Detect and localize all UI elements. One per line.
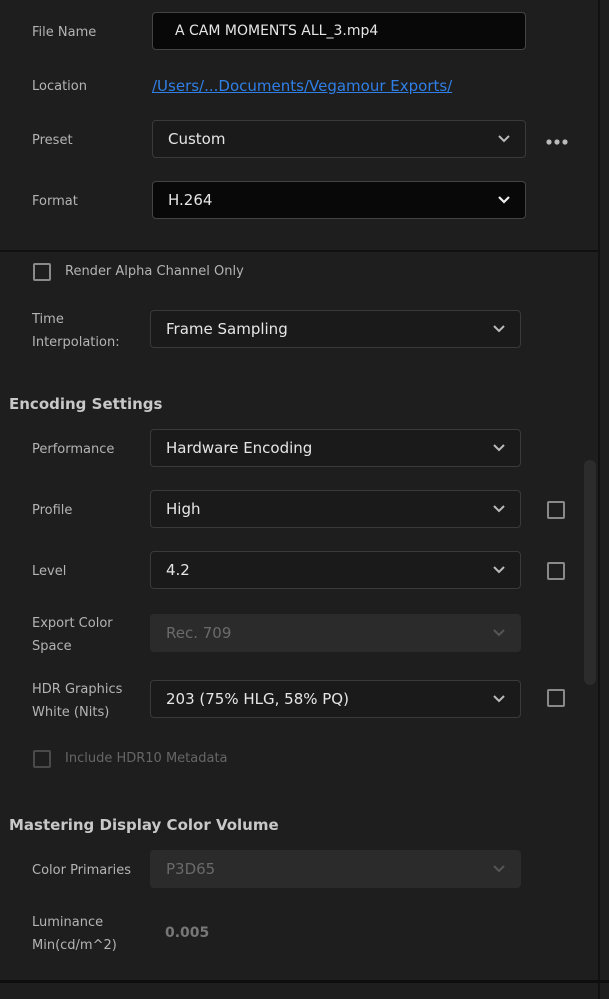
export-color-space-label-line2: Space xyxy=(32,639,72,654)
export-color-space-label: Export Color Space xyxy=(32,612,113,658)
format-dropdown[interactable]: H.264 xyxy=(152,181,526,219)
performance-value: Hardware Encoding xyxy=(166,439,313,457)
preset-value: Custom xyxy=(168,130,226,148)
chevron-down-icon xyxy=(497,134,511,143)
luminance-min-label: Luminance Min(cd/m^2) xyxy=(32,911,117,957)
hdr-graphics-white-label-line1: HDR Graphics xyxy=(32,682,123,697)
more-options-button[interactable] xyxy=(545,133,569,145)
format-label: Format xyxy=(32,194,78,209)
hdr-graphics-white-label: HDR Graphics White (Nits) xyxy=(32,678,122,724)
chevron-down-icon xyxy=(492,565,506,574)
time-interpolation-label-line1: Time xyxy=(32,312,64,327)
color-primaries-dropdown[interactable]: P3D65 xyxy=(150,850,521,888)
include-hdr10-label: Include HDR10 Metadata xyxy=(65,751,228,766)
scrollbar-thumb[interactable] xyxy=(584,460,596,685)
profile-value: High xyxy=(166,500,201,518)
export-color-space-value: Rec. 709 xyxy=(166,624,232,642)
hdr-graphics-white-dropdown[interactable]: 203 (75% HLG, 58% PQ) xyxy=(150,680,521,718)
level-value: 4.2 xyxy=(166,561,190,579)
panel-divider xyxy=(0,250,598,252)
color-primaries-label: Color Primaries xyxy=(32,863,131,878)
more-horizontal-icon xyxy=(546,139,568,145)
profile-label: Profile xyxy=(32,503,73,518)
time-interpolation-dropdown[interactable]: Frame Sampling xyxy=(150,310,521,348)
level-dropdown[interactable]: 4.2 xyxy=(150,551,521,589)
performance-label: Performance xyxy=(32,442,115,457)
level-label: Level xyxy=(32,564,67,579)
panel-right-edge xyxy=(598,0,600,999)
chevron-down-icon xyxy=(492,504,506,513)
time-interpolation-label-line2: Interpolation: xyxy=(32,335,120,350)
luminance-min-value[interactable]: 0.005 xyxy=(165,925,209,941)
hdr-graphics-white-checkbox[interactable] xyxy=(547,689,565,707)
mastering-display-heading: Mastering Display Color Volume xyxy=(9,816,279,834)
luminance-min-label-line2: Min(cd/m^2) xyxy=(32,938,117,953)
format-value: H.264 xyxy=(168,191,213,209)
performance-dropdown[interactable]: Hardware Encoding xyxy=(150,429,521,467)
chevron-down-icon xyxy=(492,694,506,703)
hdr-graphics-white-value: 203 (75% HLG, 58% PQ) xyxy=(166,690,349,708)
export-color-space-label-line1: Export Color xyxy=(32,616,113,631)
file-name-input[interactable]: A CAM MOMENTS ALL_3.mp4 xyxy=(152,12,526,50)
level-checkbox[interactable] xyxy=(547,562,565,580)
preset-label: Preset xyxy=(32,133,73,148)
export-color-space-dropdown[interactable]: Rec. 709 xyxy=(150,614,521,652)
render-alpha-label: Render Alpha Channel Only xyxy=(65,264,244,279)
time-interpolation-value: Frame Sampling xyxy=(166,320,288,338)
location-link[interactable]: /Users/...Documents/Vegamour Exports/ xyxy=(152,77,452,95)
profile-checkbox[interactable] xyxy=(547,501,565,519)
location-label: Location xyxy=(32,79,87,94)
chevron-down-icon xyxy=(492,443,506,452)
chevron-down-icon xyxy=(492,324,506,333)
profile-dropdown[interactable]: High xyxy=(150,490,521,528)
render-alpha-checkbox[interactable] xyxy=(33,263,51,281)
time-interpolation-label: Time Interpolation: xyxy=(32,308,120,354)
file-name-label: File Name xyxy=(32,25,97,40)
panel-bottom-edge xyxy=(0,980,609,983)
chevron-down-icon xyxy=(497,195,511,204)
include-hdr10-checkbox[interactable] xyxy=(33,750,51,768)
chevron-down-icon xyxy=(492,864,506,873)
file-name-value: A CAM MOMENTS ALL_3.mp4 xyxy=(175,23,379,39)
luminance-min-label-line1: Luminance xyxy=(32,915,104,930)
encoding-settings-heading: Encoding Settings xyxy=(9,395,163,413)
chevron-down-icon xyxy=(492,628,506,637)
hdr-graphics-white-label-line2: White (Nits) xyxy=(32,705,110,720)
preset-dropdown[interactable]: Custom xyxy=(152,120,526,158)
color-primaries-value: P3D65 xyxy=(166,860,216,878)
